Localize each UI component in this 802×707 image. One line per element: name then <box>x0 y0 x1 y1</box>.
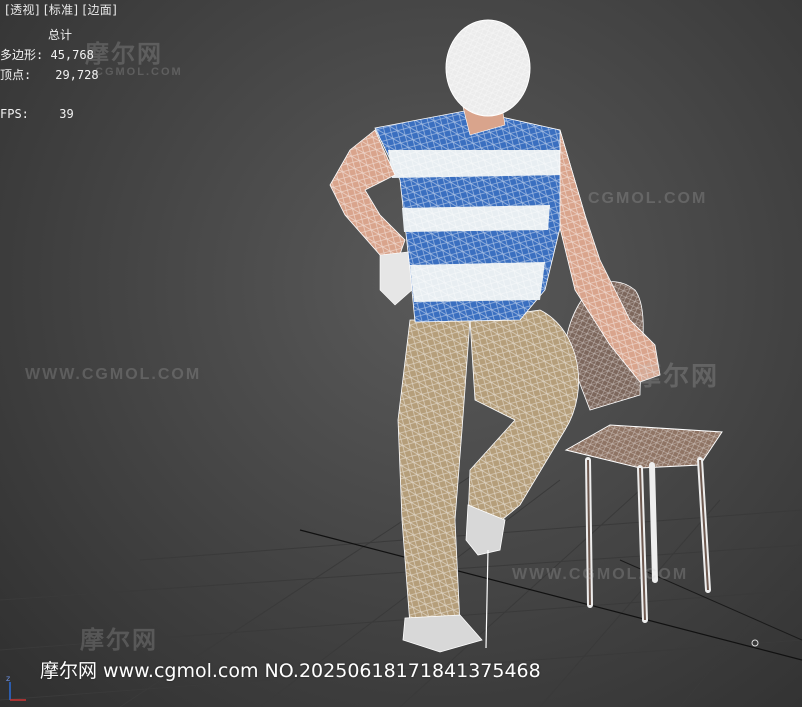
watermark-logo-low: 摩尔网 <box>80 627 158 654</box>
stats-polygons-value: 45,768 <box>50 48 94 62</box>
watermark-logo-top: 摩尔网 <box>85 41 163 68</box>
viewport-label-edged-faces[interactable]: [边面] <box>83 3 118 17</box>
footer-watermark: 摩尔网 www.cgmol.com NO.2025061817184137546… <box>40 660 541 682</box>
scene-canvas: z <box>0 19 802 707</box>
stats-polygons-row: 多边形: 45,768 <box>0 46 94 63</box>
watermark-site-low: WWW.CGMOL.COM <box>512 566 689 583</box>
watermark-brand-right: CGMOL.COM <box>588 190 708 207</box>
axis-gizmo-icon: z <box>6 674 26 701</box>
svg-text:z: z <box>6 674 10 683</box>
stats-vertices-row: 顶点: 29,728 <box>0 66 99 83</box>
viewport-label-prefix[interactable]: [ <box>0 3 1 17</box>
axis-line <box>299 529 802 661</box>
watermark-site-mid: WWW.CGMOL.COM <box>25 366 202 383</box>
stats-vertices-label: 顶点: <box>0 68 32 82</box>
stats-polygons-label: 多边形: <box>0 48 44 62</box>
viewport-label-perspective[interactable]: [透视] <box>5 3 40 17</box>
3d-viewport[interactable]: z 摩尔网 CGMOL.COM CGMOL.COM WWW.CGMOL.COM … <box>0 0 802 707</box>
viewport-label-menu: [ [透视] [标准] [边面] <box>0 1 117 18</box>
stats-fps-value: 39 <box>59 107 74 121</box>
man-model <box>329 19 661 653</box>
watermark-logo-mid: 摩尔网 <box>635 361 720 391</box>
stats-fps-row: FPS: 39 <box>0 107 74 121</box>
watermark-logo-sub-top: CGMOL.COM <box>95 66 183 78</box>
stats-vertices-value: 29,728 <box>55 68 99 82</box>
stats-header: 总计 <box>48 28 73 42</box>
stats-fps-label: FPS: <box>0 107 29 121</box>
viewport-label-standard[interactable]: [标准] <box>44 3 79 17</box>
